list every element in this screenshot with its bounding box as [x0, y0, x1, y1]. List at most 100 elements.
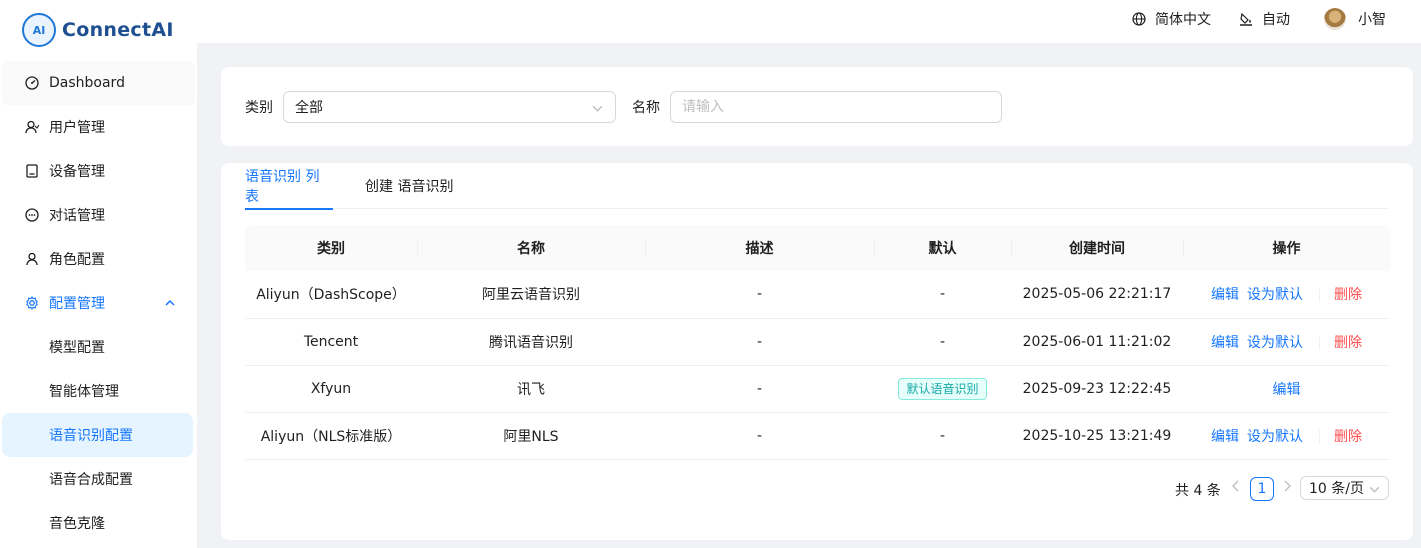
set-default-link[interactable]: 设为默认	[1247, 335, 1303, 351]
table-row: Aliyun（DashScope） 阿里云语音识别 - - 2025-05-06…	[245, 271, 1390, 319]
sidebar-subitem-model[interactable]: 模型配置	[0, 325, 197, 369]
tab-asr-list[interactable]: 语音识别 列表	[245, 163, 333, 210]
cell-desc: -	[645, 318, 874, 366]
cell-category: Xfyun	[245, 365, 417, 413]
chat-icon	[24, 207, 40, 223]
sidebar-item-roles[interactable]: 角色配置	[0, 237, 197, 281]
set-default-link[interactable]: 设为默认	[1247, 429, 1303, 445]
category-label: 类别	[245, 100, 273, 116]
device-icon	[24, 163, 40, 179]
category-select[interactable]: 全部	[283, 91, 616, 123]
language-switcher[interactable]: 简体中文	[1132, 0, 1211, 38]
cell-category: Aliyun（NLS标准版）	[245, 412, 417, 460]
user-menu[interactable]: 小智	[1324, 0, 1386, 38]
table-row: Aliyun（NLS标准版） 阿里NLS - - 2025-10-25 13:2…	[245, 412, 1390, 460]
chevron-up-icon	[165, 296, 175, 312]
column-header: 创建时间	[1011, 225, 1183, 271]
cell-created: 2025-09-23 12:22:45	[1011, 365, 1183, 413]
tab-create-asr[interactable]: 创建 语音识别	[365, 163, 453, 209]
sidebar-item-config[interactable]: 配置管理	[0, 281, 197, 325]
sidebar-item-label: 配置管理	[49, 296, 105, 312]
role-icon	[24, 251, 40, 267]
sidebar-subitem-asr[interactable]: 语音识别配置	[2, 413, 193, 457]
edit-link[interactable]: 编辑	[1211, 335, 1239, 351]
column-header: 描述	[645, 225, 874, 271]
avatar	[1324, 8, 1346, 30]
tab-bar: 语音识别 列表 创建 语音识别	[245, 163, 1389, 210]
language-label: 简体中文	[1155, 12, 1211, 28]
sidebar: AI ConnectAI Dashboard 用户管理 设备管理 对话管理 角色…	[0, 0, 197, 548]
cell-default: -	[874, 318, 1011, 366]
category-select-value: 全部	[295, 100, 323, 116]
user-name: 小智	[1358, 12, 1386, 28]
globe-icon	[1132, 12, 1146, 26]
sidebar-item-chats[interactable]: 对话管理	[0, 193, 197, 237]
divider	[1319, 288, 1320, 303]
sidebar-item-devices[interactable]: 设备管理	[0, 149, 197, 193]
filter-card: 类别 全部 名称	[221, 67, 1413, 146]
divider	[1319, 429, 1320, 444]
cell-name: 讯飞	[417, 365, 645, 413]
name-search-input[interactable]	[670, 91, 1002, 123]
sidebar-subitem-tts[interactable]: 语音合成配置	[0, 457, 197, 501]
sidebar-subitem-agent[interactable]: 智能体管理	[0, 369, 197, 413]
cell-desc: -	[645, 271, 874, 319]
cell-desc: -	[645, 365, 874, 413]
column-header: 类别	[245, 225, 417, 271]
sidebar-item-label: 模型配置	[49, 340, 105, 356]
sidebar-item-users[interactable]: 用户管理	[0, 105, 197, 149]
set-default-link[interactable]: 设为默认	[1247, 287, 1303, 303]
pagination-total: 共 4 条	[1175, 483, 1221, 499]
edit-link[interactable]: 编辑	[1273, 382, 1301, 398]
edit-link[interactable]: 编辑	[1211, 429, 1239, 445]
cell-category: Aliyun（DashScope）	[245, 271, 417, 319]
sidebar-item-label: 角色配置	[49, 252, 105, 268]
column-header: 操作	[1183, 225, 1390, 271]
sidebar-item-label: 用户管理	[49, 120, 105, 136]
cell-actions: 编辑	[1183, 365, 1390, 413]
cell-default: 默认语音识别	[874, 365, 1011, 413]
gear-icon	[24, 295, 40, 311]
cell-created: 2025-05-06 22:21:17	[1011, 271, 1183, 319]
column-header: 默认	[874, 225, 1011, 271]
name-label: 名称	[632, 100, 660, 116]
brain-logo-icon: AI	[22, 13, 56, 47]
theme-label: 自动	[1262, 12, 1290, 28]
chevron-down-icon	[592, 102, 603, 118]
sidebar-menu: Dashboard 用户管理 设备管理 对话管理 角色配置 配置管理 模型配置 …	[0, 61, 197, 545]
table-row: Xfyun 讯飞 - 默认语音识别 2025-09-23 12:22:45 编辑	[245, 365, 1390, 413]
sidebar-item-label: 语音合成配置	[49, 472, 133, 488]
cell-default: -	[874, 271, 1011, 319]
sidebar-item-label: 设备管理	[49, 164, 105, 180]
dashboard-icon	[24, 75, 40, 91]
cell-default: -	[874, 412, 1011, 460]
chevron-right-icon[interactable]	[1282, 479, 1292, 497]
cell-created: 2025-06-01 11:21:02	[1011, 318, 1183, 366]
cell-actions: 编辑 设为默认 删除	[1183, 271, 1390, 319]
cell-category: Tencent	[245, 318, 417, 366]
chevron-left-icon[interactable]	[1231, 479, 1241, 497]
sidebar-item-label: 语音识别配置	[49, 428, 133, 444]
page-size-select[interactable]: 10 条/页	[1300, 476, 1389, 500]
theme-switcher[interactable]: 自动	[1239, 0, 1290, 38]
table-row: Tencent 腾讯语音识别 - - 2025-06-01 11:21:02 编…	[245, 318, 1390, 366]
edit-link[interactable]: 编辑	[1211, 287, 1239, 303]
delete-link[interactable]: 删除	[1334, 429, 1362, 445]
asr-table: 类别 名称 描述 默认 创建时间 操作 Aliyun（DashScope） 阿里…	[245, 225, 1390, 460]
cell-desc: -	[645, 412, 874, 460]
delete-link[interactable]: 删除	[1334, 335, 1362, 351]
cell-name: 阿里云语音识别	[417, 271, 645, 319]
page-number-button[interactable]: 1	[1250, 477, 1274, 501]
logo[interactable]: AI ConnectAI	[22, 12, 174, 48]
sidebar-subitem-voice-clone[interactable]: 音色克隆	[0, 501, 197, 545]
delete-link[interactable]: 删除	[1334, 287, 1362, 303]
cell-actions: 编辑 设为默认 删除	[1183, 318, 1390, 366]
sidebar-item-label: Dashboard	[49, 75, 125, 91]
paint-bucket-icon	[1239, 12, 1253, 26]
sidebar-item-label: 对话管理	[49, 208, 105, 224]
sidebar-item-label: 智能体管理	[49, 384, 119, 400]
user-icon	[24, 119, 40, 135]
default-badge: 默认语音识别	[898, 377, 987, 400]
brand-name: ConnectAI	[62, 19, 174, 41]
sidebar-item-dashboard[interactable]: Dashboard	[2, 61, 195, 105]
